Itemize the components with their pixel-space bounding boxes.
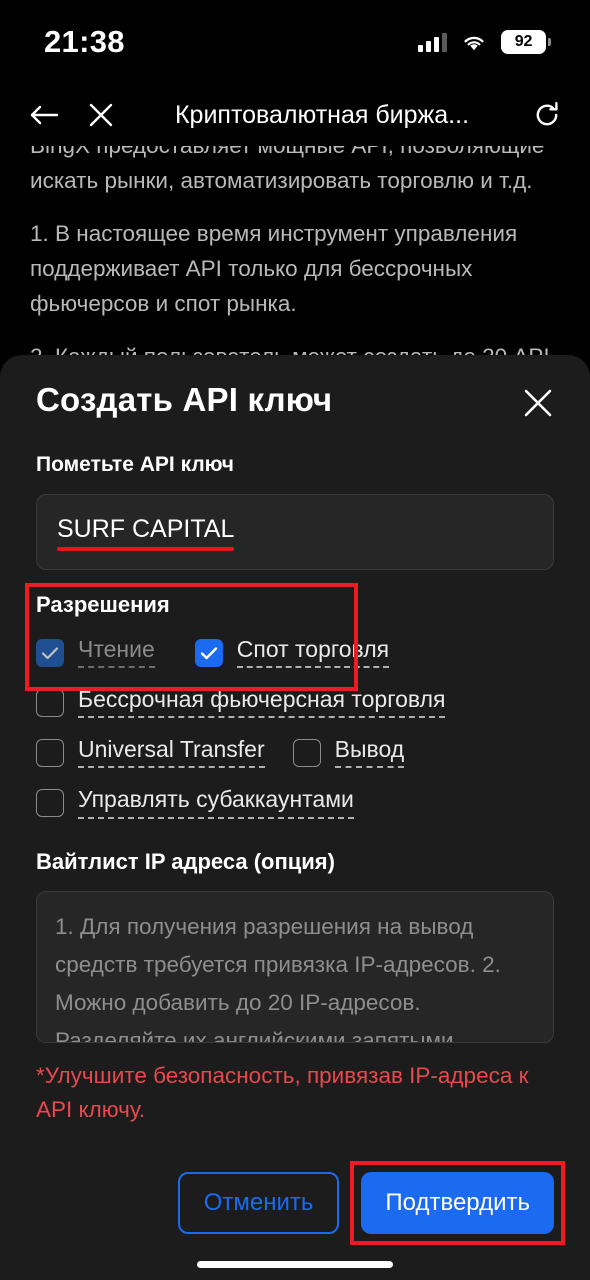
status-indicators: 92 <box>418 30 551 54</box>
background-paragraph: BingX предоставляет мощные API, позволяю… <box>30 146 544 193</box>
confirm-button-wrapper: Подтвердить <box>350 1161 565 1245</box>
ip-whitelist-input[interactable]: 1. Для получения разрешения на вывод сре… <box>36 890 554 1043</box>
close-icon[interactable] <box>84 98 118 132</box>
checkbox-checked-icon <box>194 638 223 667</box>
wifi-icon <box>464 36 484 51</box>
permission-checkbox-futures-trading[interactable]: Бессрочная фьючерсная торговля <box>36 687 446 719</box>
checkbox-checked-icon <box>36 638 64 667</box>
background-paragraph: 1. В настоящее время инструмент управлен… <box>30 221 518 316</box>
cancel-button[interactable]: Отменить <box>177 1172 340 1234</box>
permissions-section: Разрешения Чтение Спот торговля Бессрочн… <box>25 583 554 819</box>
browser-nav-bar: Криптовалютная биржа... <box>0 84 590 146</box>
permission-label: Вывод <box>334 737 405 769</box>
ip-whitelist-title: Вайтлист IP адреса (опция) <box>36 848 335 874</box>
permission-label: Управлять субаккаунтами <box>78 787 354 819</box>
battery-level: 92 <box>514 33 533 50</box>
modal-actions: Отменить Подтвердить <box>36 1161 565 1245</box>
permissions-title: Разрешения <box>36 592 170 617</box>
home-indicator <box>197 1261 393 1268</box>
api-key-name-input[interactable]: SURF CAPITAL <box>36 494 554 570</box>
api-key-label-caption: Пометьте API ключ <box>36 453 235 476</box>
battery-icon: 92 <box>501 30 551 54</box>
status-time: 21:38 <box>44 24 125 59</box>
close-icon[interactable] <box>516 381 560 425</box>
permission-checkbox-spot-trading[interactable]: Спот торговля <box>194 637 390 669</box>
modal-header: Создать API ключ <box>36 355 554 445</box>
permission-checkbox-read[interactable]: Чтение <box>36 637 155 669</box>
background-page-content: BingX предоставляет мощные API, позволяю… <box>0 146 590 366</box>
api-key-name-value: SURF CAPITAL <box>57 515 235 551</box>
arrow-left-icon[interactable] <box>28 98 62 132</box>
permission-checkbox-universal-transfer[interactable]: Universal Transfer <box>36 737 265 769</box>
status-bar: 21:38 92 <box>0 0 590 84</box>
permissions-row-1: Чтение Спот торговля <box>36 637 554 669</box>
page-title: Криптовалютная биржа... <box>174 100 470 129</box>
cellular-signal-icon <box>418 32 447 52</box>
permissions-row-4: Управлять субаккаунтами <box>36 787 554 819</box>
checkbox-unchecked-icon <box>292 738 321 767</box>
permission-label: Чтение <box>78 637 155 669</box>
ip-whitelist-placeholder: 1. Для получения разрешения на вывод сре… <box>55 913 501 1043</box>
confirm-button[interactable]: Подтвердить <box>361 1172 554 1234</box>
create-api-key-modal: Создать API ключ Пометьте API ключ SURF … <box>0 355 590 1280</box>
modal-title: Создать API ключ <box>36 381 333 418</box>
checkbox-unchecked-icon <box>36 688 64 717</box>
permission-checkbox-manage-subaccounts[interactable]: Управлять субаккаунтами <box>36 787 354 819</box>
checkbox-unchecked-icon <box>36 738 64 767</box>
permission-label: Бессрочная фьючерсная торговля <box>78 687 446 719</box>
permission-checkbox-withdraw[interactable]: Вывод <box>292 737 405 769</box>
permissions-row-3: Universal Transfer Вывод <box>36 737 554 769</box>
checkbox-unchecked-icon <box>36 788 64 817</box>
permissions-row-2: Бессрочная фьючерсная торговля <box>36 687 554 719</box>
phone-screen: 21:38 92 Криптовалютная биржа... искать … <box>0 0 590 1280</box>
permission-label: Universal Transfer <box>78 737 265 769</box>
permission-label: Спот торговля <box>236 637 390 669</box>
reload-icon[interactable] <box>530 98 564 132</box>
security-warning-text: *Улучшите безопасность, привязав IP-адре… <box>36 1062 529 1122</box>
